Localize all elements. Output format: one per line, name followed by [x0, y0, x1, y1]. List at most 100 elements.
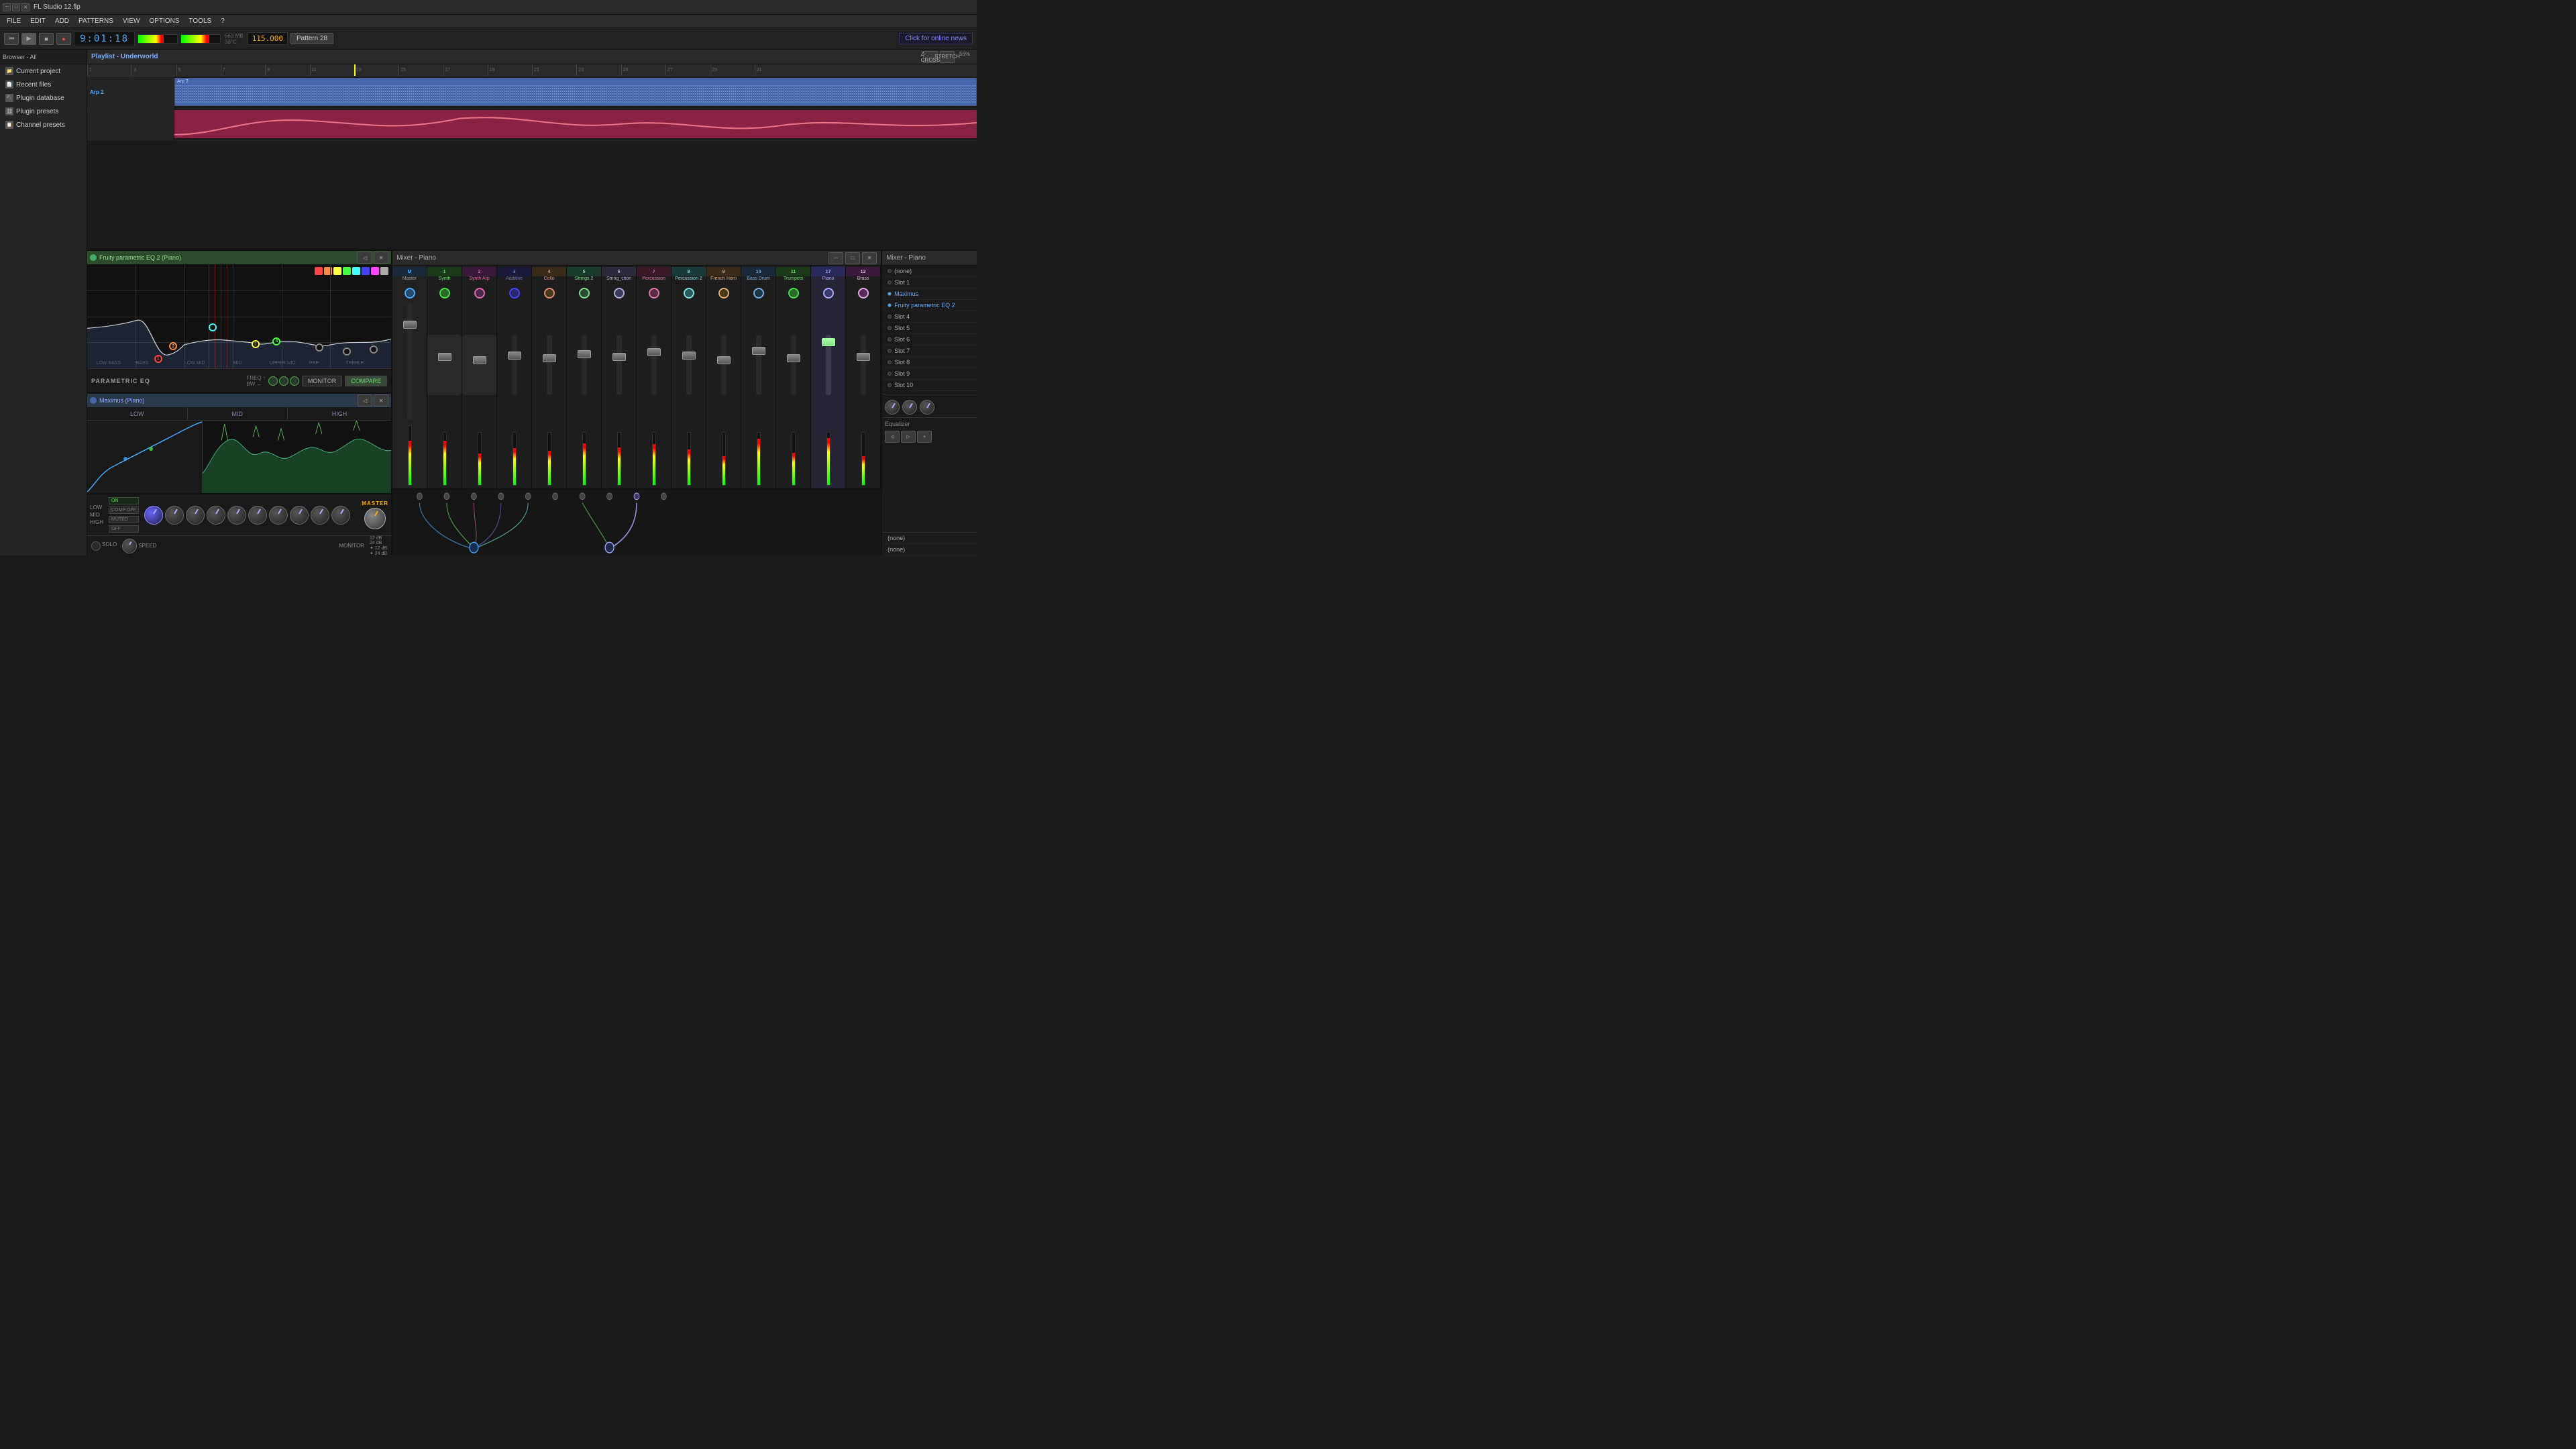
ch3-fader[interactable] [512, 335, 517, 395]
eq-mini-btn-2[interactable]: ▷ [901, 431, 916, 443]
band-high-tab[interactable]: HIGH [288, 407, 391, 420]
fx-slot-none[interactable]: (none) [882, 266, 977, 277]
menu-edit[interactable]: EDIT [26, 17, 50, 25]
menu-options[interactable]: OPTIONS [145, 17, 183, 25]
ch6-pan[interactable] [614, 288, 625, 299]
compare-btn[interactable]: COMPARE [345, 376, 387, 386]
fx-slot-eq[interactable]: Fruity parametric EQ 2 [882, 300, 977, 311]
news-ticker[interactable]: Click for online news [899, 33, 973, 44]
menu-file[interactable]: FILE [3, 17, 25, 25]
eq-minimize[interactable]: ◁ [358, 252, 372, 264]
ch3-pan[interactable] [509, 288, 520, 299]
ch11-pan[interactable] [788, 288, 799, 299]
eq-toggle-2[interactable] [279, 376, 288, 386]
fx-send-knob[interactable] [920, 400, 934, 415]
menu-patterns[interactable]: PATTERNS [74, 17, 117, 25]
menu-view[interactable]: VIEW [119, 17, 144, 25]
bottom-slot-2[interactable]: (none) [882, 544, 977, 555]
ch11-fader[interactable] [791, 335, 796, 395]
fx-slot-1[interactable]: Slot 1 [882, 277, 977, 288]
track-content-automation[interactable] [174, 109, 977, 140]
sidebar-item-current-project[interactable]: 📁 Current project [0, 64, 87, 78]
ch4-pan[interactable] [544, 288, 555, 299]
playlist-stretch-btn[interactable]: STRETCH [940, 51, 955, 63]
fx-slot-8[interactable]: Slot 8 [882, 357, 977, 368]
knob-5[interactable] [248, 506, 267, 525]
ch8-fader[interactable] [686, 335, 692, 395]
off-toggle[interactable]: OFF [109, 525, 139, 533]
ch10-fader[interactable] [756, 335, 761, 395]
sidebar-item-plugin-presets[interactable]: 🎛 Plugin presets [0, 105, 87, 118]
sidebar-item-recent-files[interactable]: 📄 Recent files [0, 78, 87, 91]
maximus-display[interactable]: LOW MID HIGH [87, 407, 391, 494]
play-btn[interactable]: ▶ [21, 33, 36, 45]
fx-slot-9[interactable]: Slot 9 [882, 368, 977, 380]
fx-slot-6[interactable]: Slot 6 [882, 334, 977, 345]
eq-mini-btn-3[interactable]: + [917, 431, 932, 443]
record-btn[interactable]: ● [56, 33, 71, 45]
eq-mini-btn-1[interactable]: ◁ [885, 431, 900, 443]
band-low-tab[interactable]: LOW [87, 407, 188, 420]
ch17-pan[interactable] [823, 288, 834, 299]
stop-btn[interactable]: ■ [39, 33, 54, 45]
on-toggle[interactable]: ON [109, 497, 139, 504]
ch7-thumb[interactable] [647, 348, 661, 356]
ch1-thumb[interactable] [438, 353, 451, 361]
eq-band-3[interactable]: 3 [252, 340, 260, 348]
ch12-thumb[interactable] [857, 353, 870, 361]
eq-band-6[interactable] [315, 343, 323, 352]
eq-band-4[interactable]: 4 [272, 337, 280, 345]
mixer-maximize[interactable]: □ [845, 252, 860, 264]
master-pan-knob[interactable] [405, 288, 415, 299]
ch9-pan[interactable] [718, 288, 729, 299]
ch9-fader[interactable] [721, 335, 727, 395]
eq-close[interactable]: ✕ [374, 252, 388, 264]
knob-6[interactable] [269, 506, 288, 525]
ch11-thumb[interactable] [787, 354, 800, 362]
track-content-arp2[interactable]: Arp 2 [174, 76, 977, 108]
sidebar-item-plugin-database[interactable]: 🔌 Plugin database [0, 91, 87, 105]
comp-off-toggle[interactable]: COMP OFF [109, 506, 139, 514]
ch5-pan[interactable] [579, 288, 590, 299]
ch2-pan[interactable] [474, 288, 485, 299]
fx-slot-10[interactable]: Slot 10 [882, 380, 977, 391]
ch10-pan[interactable] [753, 288, 764, 299]
maximize-btn[interactable]: □ [12, 3, 20, 11]
ch8-pan[interactable] [684, 288, 694, 299]
knob-7[interactable] [290, 506, 309, 525]
knob-9[interactable] [331, 506, 350, 525]
ch5-fader[interactable] [582, 335, 587, 395]
maximus-close[interactable]: ✕ [374, 394, 388, 407]
ch4-fader[interactable] [547, 335, 552, 395]
ch10-thumb[interactable] [752, 347, 765, 355]
master-fader-track[interactable] [407, 303, 413, 420]
ch6-fader[interactable] [616, 335, 622, 395]
ch1-pan[interactable] [439, 288, 450, 299]
ch8-thumb[interactable] [682, 352, 696, 360]
minimize-btn[interactable]: ─ [3, 3, 11, 11]
fx-slot-4[interactable]: Slot 4 [882, 311, 977, 323]
eq-band-7[interactable] [343, 347, 351, 356]
knob-4[interactable] [227, 506, 246, 525]
ch9-thumb[interactable] [717, 356, 731, 364]
knob-3[interactable] [207, 506, 225, 525]
fx-slot-7[interactable]: Slot 7 [882, 345, 977, 357]
eq-toggle-3[interactable] [290, 376, 299, 386]
rewind-btn[interactable]: ⏮ [4, 33, 19, 45]
ch5-thumb[interactable] [578, 350, 591, 358]
ch6-thumb[interactable] [612, 353, 626, 361]
ch7-pan[interactable] [649, 288, 659, 299]
bottom-slot-1[interactable]: (none) [882, 533, 977, 544]
window-controls[interactable]: ─ □ ✕ [3, 3, 30, 11]
pattern-selector[interactable]: Pattern 28 [290, 33, 333, 44]
ch2-fader[interactable] [462, 335, 496, 395]
knob-8[interactable] [311, 506, 329, 525]
monitor-btn[interactable]: MONITOR [302, 376, 342, 386]
pattern-block-arp2[interactable]: Arp 2 [174, 78, 977, 106]
fx-vol-knob[interactable] [885, 400, 900, 415]
eq-band-1[interactable]: 1 [154, 355, 162, 363]
ch3-thumb[interactable] [508, 352, 521, 360]
knob-2[interactable] [186, 506, 205, 525]
mixer-minimize[interactable]: ─ [828, 252, 843, 264]
menu-tools[interactable]: TOOLS [184, 17, 215, 25]
